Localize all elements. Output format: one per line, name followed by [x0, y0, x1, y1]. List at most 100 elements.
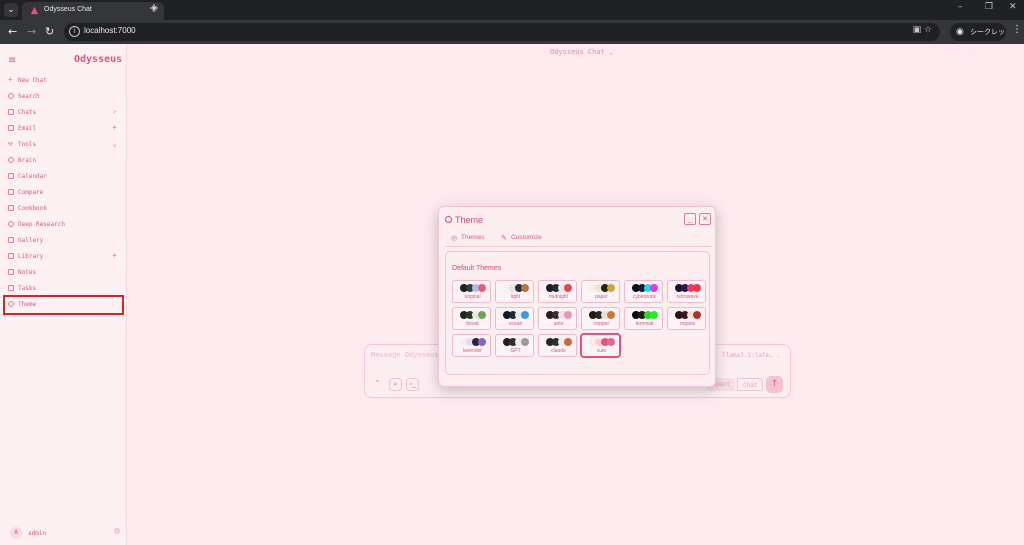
sidebar-item-compare[interactable]: Compare [0, 186, 127, 200]
composer-model-name: llama3.1:late… [722, 352, 773, 359]
sidebar-item-calendar[interactable]: Calendar [0, 170, 127, 184]
back-icon[interactable]: ← [8, 25, 17, 38]
tab-customize[interactable]: ✎ Customize [501, 233, 551, 247]
minimize-modal-button[interactable]: _ [684, 213, 696, 225]
restore-window-icon[interactable]: ❐ [985, 2, 993, 12]
chat-model-selector[interactable]: Odysseus Chat ⌄ [550, 48, 613, 56]
theme-card[interactable]: original [452, 280, 491, 303]
theme-card[interactable]: cute [581, 334, 620, 357]
forward-icon[interactable]: → [27, 25, 36, 38]
theme-swatches [675, 311, 705, 319]
sidebar-item-brain[interactable]: Brain [0, 154, 127, 168]
chevron-right-icon[interactable]: › [112, 107, 117, 116]
theme-card[interactable]: GPT [495, 334, 534, 357]
modal-title: Theme [455, 215, 484, 225]
sidebar-item-label: New Chat [18, 77, 47, 84]
theme-name: terminal [635, 321, 654, 327]
theme-card[interactable]: organs [667, 307, 706, 330]
theme-name: ume [553, 321, 564, 327]
incognito-icon: ◉ [956, 27, 964, 37]
chevron-down-icon[interactable]: ⌄ [112, 139, 117, 148]
close-window-icon[interactable]: ✕ [1009, 2, 1017, 12]
sidebar-item-chats[interactable]: Chats › [0, 106, 127, 120]
tab-divider [445, 246, 711, 247]
theme-item-highlight [3, 295, 124, 315]
expand-icon[interactable]: ⌃ [371, 378, 384, 391]
message-input[interactable]: Message Odysseus [371, 351, 438, 359]
address-bar[interactable]: i localhost:7000 ▣ ☆ [64, 23, 940, 41]
theme-swatch [478, 338, 486, 346]
sidebar-item-tasks[interactable]: Tasks [0, 282, 127, 296]
chat-mode-toggle[interactable]: Chat [737, 378, 764, 391]
sidebar-item-label: Calendar [18, 173, 47, 180]
search-toggle-icon[interactable]: ⌕ [389, 378, 402, 391]
tab-list-button[interactable]: ⌄ [4, 3, 18, 17]
sidebar-item-label: Gallery [18, 237, 44, 244]
theme-card[interactable]: paper [581, 280, 620, 303]
mail-icon [8, 125, 14, 131]
user-profile[interactable]: A admin ⚙ [8, 526, 120, 540]
theme-swatch [521, 284, 529, 292]
theme-card[interactable]: retrowave [667, 280, 706, 303]
tab-themes[interactable]: ◎ Themes [451, 233, 493, 247]
browser-menu-icon[interactable]: ⋮ [1012, 24, 1022, 35]
incognito-badge[interactable]: ◉ シークレット [950, 23, 1006, 54]
theme-card[interactable]: claude [538, 334, 577, 357]
gallery-icon [8, 237, 14, 243]
theme-name: retrowave [676, 294, 699, 300]
library-icon [8, 253, 14, 259]
terminal-icon[interactable]: ›_ [406, 378, 419, 391]
add-email-icon[interactable]: + [112, 123, 117, 132]
theme-swatches [503, 338, 533, 346]
theme-card[interactable]: forest [452, 307, 491, 330]
theme-card[interactable]: ocean [495, 307, 534, 330]
theme-card[interactable]: ume [538, 307, 577, 330]
sidebar-toggle-icon[interactable]: ≡ [8, 55, 16, 66]
sidebar-item-search[interactable]: Search [0, 90, 127, 104]
sidebar-item-cookbook[interactable]: Cookbook [0, 202, 127, 216]
theme-card[interactable]: lavender [452, 334, 491, 357]
theme-name: light [510, 294, 521, 300]
sidebar-item-label: Tasks [18, 285, 37, 292]
sidebar-item-gallery[interactable]: Gallery [0, 234, 127, 248]
theme-name: cyberpunk [632, 294, 657, 300]
composer-model-selector[interactable]: llama3.1:late… ⌄ [722, 352, 780, 359]
sidebar-item-tools[interactable]: ⚒ Tools ⌄ [0, 138, 127, 152]
avatar: A [10, 527, 22, 539]
theme-card[interactable]: cyberpunk [624, 280, 663, 303]
close-modal-button[interactable]: ✕ [699, 213, 711, 225]
theme-card[interactable]: midnight [538, 280, 577, 303]
bookmark-star-icon[interactable]: ▣ ☆ [913, 25, 932, 35]
site-info-icon[interactable]: i [69, 26, 80, 37]
theme-swatches [503, 311, 533, 319]
theme-swatches [546, 284, 576, 292]
theme-swatch [607, 311, 615, 319]
minimize-window-icon[interactable]: – [958, 2, 963, 12]
add-library-icon[interactable]: + [112, 251, 117, 260]
send-button[interactable]: ↑ [766, 376, 783, 393]
theme-swatch [693, 284, 701, 292]
tab-title: Odysseus Chat [44, 6, 92, 13]
sidebar-item-new-chat[interactable]: + New Chat [0, 74, 127, 88]
reload-icon[interactable]: ↻ [45, 25, 54, 38]
theme-swatch [564, 338, 572, 346]
gear-icon[interactable]: ⚙ [114, 526, 120, 537]
tab-label: Customize [511, 234, 542, 241]
sidebar-item-label: Search [18, 93, 40, 100]
theme-card[interactable]: light [495, 280, 534, 303]
sidebar-item-library[interactable]: Library + [0, 250, 127, 264]
sidebar-item-label: Deep Research [18, 221, 65, 228]
browser-tab[interactable]: Odysseus Chat × [22, 2, 164, 20]
new-tab-button[interactable]: + [149, 1, 159, 15]
theme-name: forest [466, 321, 479, 327]
theme-swatch [607, 284, 615, 292]
sidebar-item-email[interactable]: Email + [0, 122, 127, 136]
theme-name: midnight [549, 294, 568, 300]
sidebar-item-notes[interactable]: Notes [0, 266, 127, 280]
url-text[interactable]: localhost:7000 [84, 26, 136, 35]
theme-swatch [650, 311, 658, 319]
theme-card[interactable]: terminal [624, 307, 663, 330]
tasks-icon [8, 285, 14, 291]
theme-card[interactable]: copper [581, 307, 620, 330]
sidebar-item-deep-research[interactable]: Deep Research [0, 218, 127, 232]
